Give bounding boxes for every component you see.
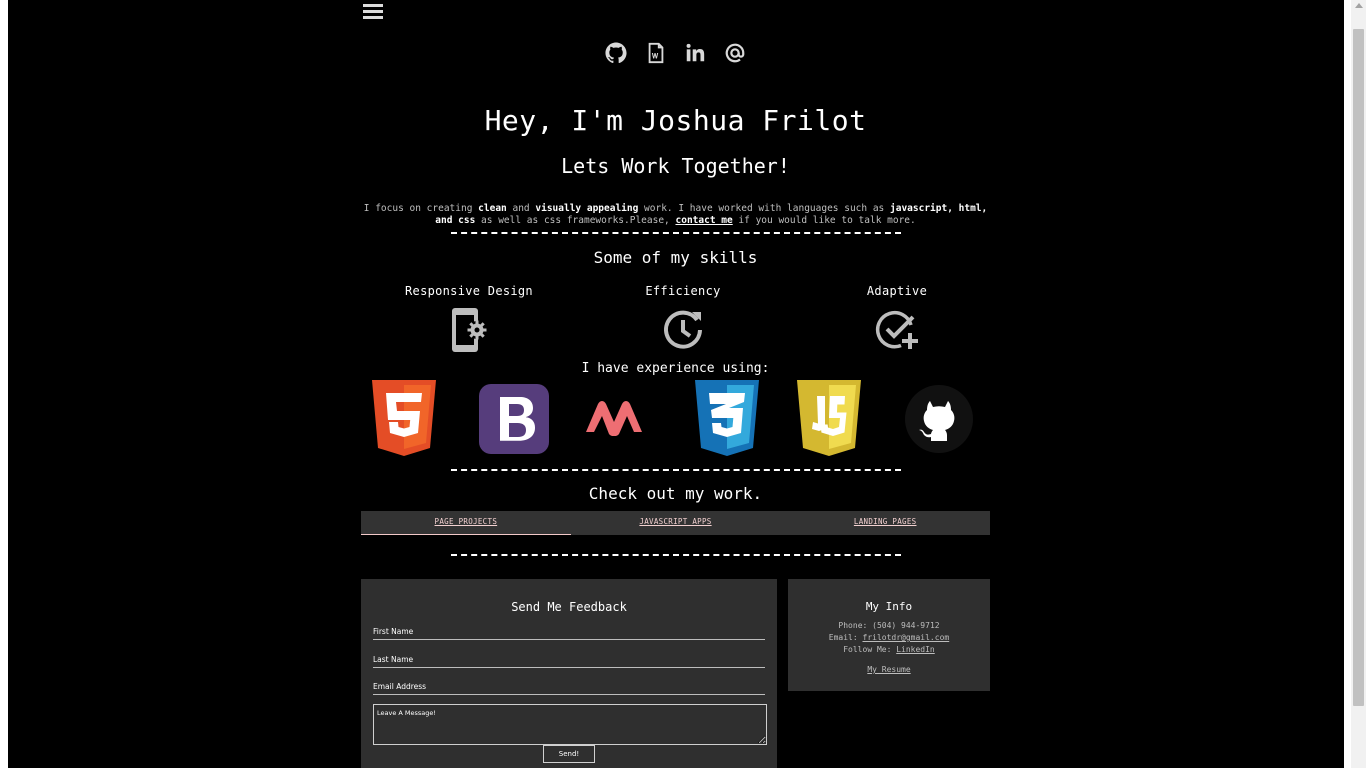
css3-icon (693, 380, 767, 456)
portfolio-page: Hey, I'm Joshua Frilot Lets Work Togethe… (8, 0, 1344, 768)
email-link[interactable]: frilotdr@gmail.com (863, 633, 950, 642)
work-title: Check out my work. (588, 484, 763, 503)
javascript-icon (795, 380, 869, 456)
phone-value: (504) 944-9712 (872, 621, 940, 630)
intro-bold-clean: clean (478, 202, 507, 214)
follow-label: Follow Me: (843, 645, 897, 654)
scrollbar-thumb[interactable] (1353, 29, 1364, 706)
scroll-up-arrow-icon[interactable] (1355, 3, 1363, 8)
phone-settings-icon (369, 306, 569, 354)
linkedin-link[interactable]: LinkedIn (896, 645, 935, 654)
skill-label: Efficiency (645, 284, 721, 298)
skills-title: Some of my skills (593, 248, 758, 267)
check-circle-plus-icon (797, 306, 997, 354)
intro-bold-visual: visually appealing (535, 202, 639, 214)
email-at-icon[interactable] (724, 42, 746, 64)
contact-me-link[interactable]: contact me (676, 215, 733, 226)
tab-page-projects[interactable]: PAGE PROJECTS (361, 511, 571, 535)
email-line: Email: frilotdr@gmail.com (788, 632, 990, 644)
my-info-panel: My Info Phone: (504) 944-9712 Email: fri… (788, 579, 990, 691)
bootstrap-icon (478, 383, 552, 459)
follow-line: Follow Me: LinkedIn (788, 644, 990, 656)
html5-icon (369, 380, 443, 456)
hero-subtitle: Lets Work Together! (561, 154, 790, 178)
work-tabs: PAGE PROJECTS JAVASCRIPT APPS LANDING PA… (361, 511, 990, 535)
last-name-field[interactable] (373, 655, 765, 668)
section-divider (451, 469, 901, 471)
tab-javascript-apps[interactable]: JAVASCRIPT APPS (571, 511, 781, 535)
info-title: My Info (865, 600, 913, 613)
section-divider (451, 232, 901, 234)
phone-label: Phone: (838, 621, 873, 630)
email-label: Email: (828, 633, 863, 642)
phone-line: Phone: (504) 944-9712 (788, 620, 990, 632)
hamburger-menu-icon[interactable] (363, 4, 383, 24)
intro-text: work. I have worked with languages such … (638, 202, 890, 214)
info-lines: Phone: (504) 944-9712 Email: frilotdr@gm… (788, 620, 990, 676)
skill-efficiency: Efficiency (583, 284, 783, 354)
linkedin-icon[interactable] (684, 42, 706, 64)
intro-text: as well as css frameworks.Please, (475, 214, 676, 226)
message-field[interactable] (373, 704, 767, 745)
intro-text: and (506, 202, 536, 214)
main-container: Hey, I'm Joshua Frilot Lets Work Togethe… (361, 0, 990, 768)
resume-link[interactable]: My Resume (788, 664, 990, 676)
hero-title: Hey, I'm Joshua Frilot (484, 104, 867, 137)
experience-title: I have experience using: (581, 361, 770, 376)
github-octocat-icon (904, 384, 978, 460)
feedback-title: Send Me Feedback (511, 600, 627, 614)
skill-adaptive: Adaptive (797, 284, 997, 354)
first-name-field[interactable] (373, 627, 765, 640)
skill-responsive-design: Responsive Design (369, 284, 569, 354)
intro-text: if you would like to talk more. (732, 214, 916, 226)
section-divider (451, 554, 901, 556)
intro-text: I focus on creating (363, 202, 479, 214)
materialize-icon (584, 400, 658, 476)
resume-document-icon[interactable] (645, 42, 667, 64)
vertical-scrollbar[interactable] (1351, 0, 1366, 768)
left-window-edge (0, 0, 8, 768)
clock-refresh-icon (583, 306, 783, 354)
skill-label: Responsive Design (405, 284, 533, 298)
social-links (361, 42, 990, 64)
github-icon[interactable] (605, 42, 627, 64)
intro-paragraph: I focus on creating clean and visually a… (355, 203, 996, 227)
email-field[interactable] (373, 682, 765, 695)
send-button[interactable]: Send! (543, 745, 595, 763)
tab-landing-pages[interactable]: LANDING PAGES (780, 511, 990, 535)
skill-label: Adaptive (866, 284, 928, 298)
